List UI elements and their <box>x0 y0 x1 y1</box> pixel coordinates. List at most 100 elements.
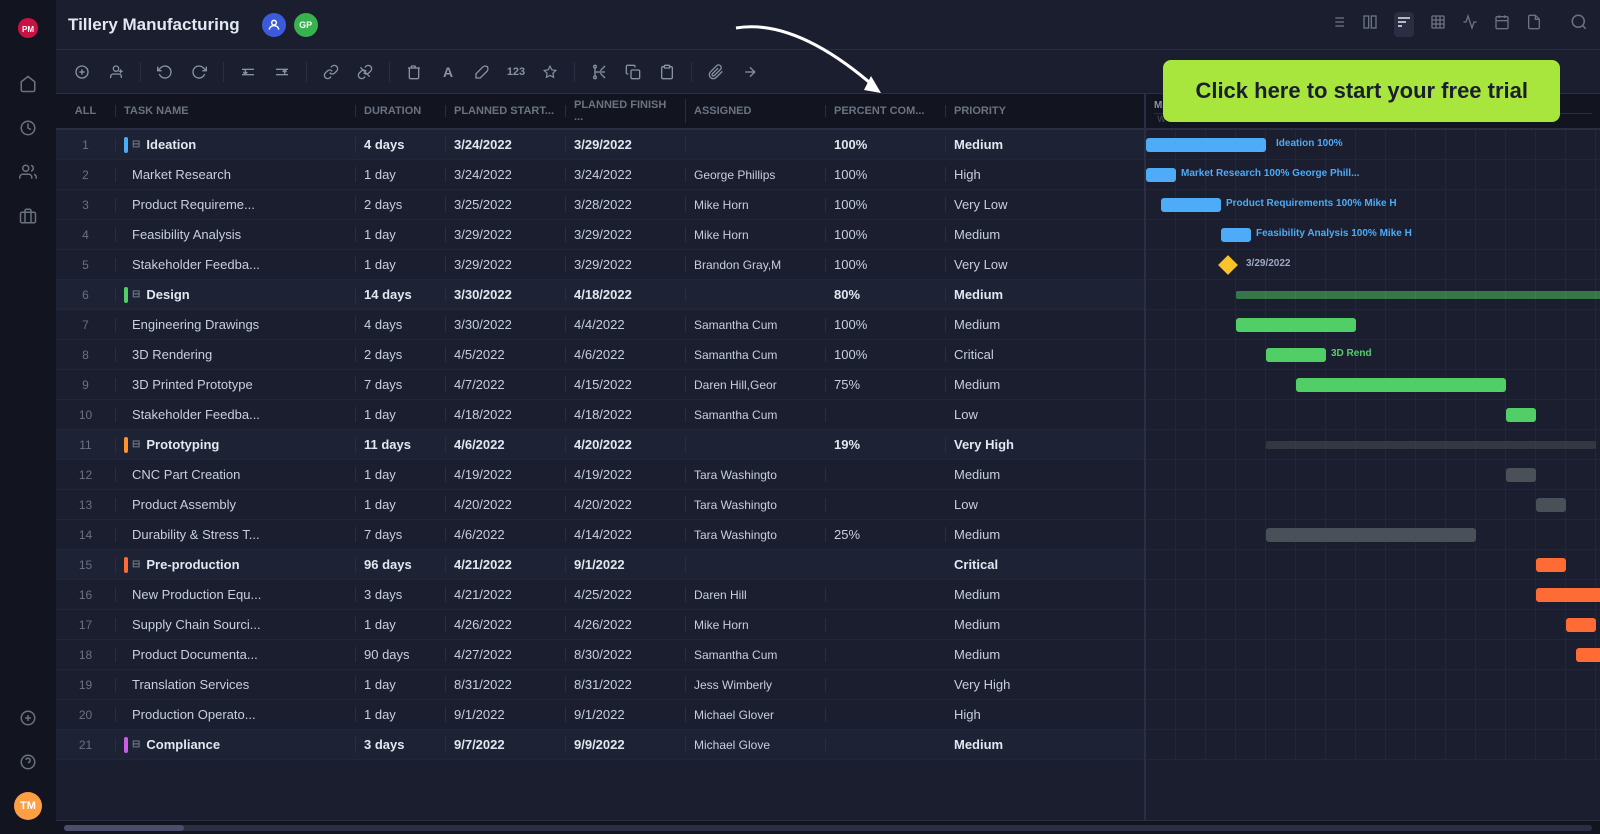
row-task-name[interactable]: New Production Equ... <box>116 587 356 602</box>
gantt-milestone[interactable] <box>1218 255 1238 275</box>
row-task-name[interactable]: ⊟ Pre-production <box>116 557 356 573</box>
gantt-bar[interactable] <box>1146 168 1176 182</box>
col-task-header[interactable]: TASK NAME <box>116 105 356 117</box>
shape-btn[interactable] <box>536 58 564 86</box>
scrollbar-track[interactable] <box>64 825 1592 831</box>
copy-btn[interactable] <box>619 58 647 86</box>
view-gantt-icon[interactable] <box>1394 12 1414 37</box>
row-task-name[interactable]: Market Research <box>116 167 356 182</box>
table-row[interactable]: 21 ⊟ Compliance 3 days 9/7/2022 9/9/2022… <box>56 730 1144 760</box>
col-pct-header[interactable]: PERCENT COM... <box>826 105 946 117</box>
row-task-name[interactable]: ⊟ Prototyping <box>116 437 356 453</box>
redo-btn[interactable] <box>185 58 213 86</box>
table-row[interactable]: 4 Feasibility Analysis 1 day 3/29/2022 3… <box>56 220 1144 250</box>
row-task-name[interactable]: Supply Chain Sourci... <box>116 617 356 632</box>
sidebar-item-clock[interactable] <box>8 108 48 148</box>
paste-btn[interactable] <box>653 58 681 86</box>
add-task-btn[interactable] <box>68 58 96 86</box>
row-task-name[interactable]: Product Requireme... <box>116 197 356 212</box>
gantt-bar[interactable] <box>1506 408 1536 422</box>
gantt-bar[interactable] <box>1236 291 1600 299</box>
view-columns-icon[interactable] <box>1362 14 1378 35</box>
text-btn[interactable]: A <box>434 58 462 86</box>
view-chart-icon[interactable] <box>1462 14 1478 35</box>
indent-left-btn[interactable] <box>234 58 262 86</box>
search-icon[interactable] <box>1570 13 1588 36</box>
table-row[interactable]: 14 Durability & Stress T... 7 days 4/6/2… <box>56 520 1144 550</box>
row-task-name[interactable]: ⊟ Compliance <box>116 737 356 753</box>
gantt-bar[interactable] <box>1536 588 1600 602</box>
table-row[interactable]: 6 ⊟ Design 14 days 3/30/2022 4/18/2022 8… <box>56 280 1144 310</box>
attach-btn[interactable] <box>702 58 730 86</box>
gantt-bar[interactable] <box>1536 498 1566 512</box>
avatar-user1[interactable] <box>260 11 288 39</box>
row-task-name[interactable]: CNC Part Creation <box>116 467 356 482</box>
table-row[interactable]: 15 ⊟ Pre-production 96 days 4/21/2022 9/… <box>56 550 1144 580</box>
table-row[interactable]: 8 3D Rendering 2 days 4/5/2022 4/6/2022 … <box>56 340 1144 370</box>
arrow-btn[interactable] <box>736 58 764 86</box>
app-logo[interactable]: PM <box>8 8 48 48</box>
row-task-name[interactable]: Engineering Drawings <box>116 317 356 332</box>
table-row[interactable]: 10 Stakeholder Feedba... 1 day 4/18/2022… <box>56 400 1144 430</box>
gantt-bar[interactable] <box>1266 528 1476 542</box>
cta-banner[interactable]: Click here to start your free trial <box>1163 60 1560 122</box>
view-calendar-icon[interactable] <box>1494 14 1510 35</box>
gantt-bar[interactable] <box>1566 618 1596 632</box>
gantt-bar[interactable] <box>1576 648 1600 662</box>
number-btn[interactable]: 123 <box>502 58 530 86</box>
unlink-btn[interactable] <box>351 58 379 86</box>
add-person-btn[interactable] <box>102 58 130 86</box>
row-task-name[interactable]: Stakeholder Feedba... <box>116 407 356 422</box>
gantt-bar[interactable] <box>1296 378 1506 392</box>
sidebar-item-briefcase[interactable] <box>8 196 48 236</box>
row-task-name[interactable]: 3D Rendering <box>116 347 356 362</box>
table-row[interactable]: 7 Engineering Drawings 4 days 3/30/2022 … <box>56 310 1144 340</box>
view-table-icon[interactable] <box>1430 14 1446 35</box>
row-task-name[interactable]: Durability & Stress T... <box>116 527 356 542</box>
scrollbar-thumb[interactable] <box>64 825 184 831</box>
row-task-name[interactable]: Feasibility Analysis <box>116 227 356 242</box>
indent-right-btn[interactable] <box>268 58 296 86</box>
link-btn[interactable] <box>317 58 345 86</box>
sidebar-item-avatar[interactable]: TM <box>8 786 48 826</box>
table-row[interactable]: 11 ⊟ Prototyping 11 days 4/6/2022 4/20/2… <box>56 430 1144 460</box>
view-doc-icon[interactable] <box>1526 14 1542 35</box>
table-row[interactable]: 2 Market Research 1 day 3/24/2022 3/24/2… <box>56 160 1144 190</box>
table-row[interactable]: 18 Product Documenta... 90 days 4/27/202… <box>56 640 1144 670</box>
table-row[interactable]: 16 New Production Equ... 3 days 4/21/202… <box>56 580 1144 610</box>
table-row[interactable]: 12 CNC Part Creation 1 day 4/19/2022 4/1… <box>56 460 1144 490</box>
cut-btn[interactable] <box>585 58 613 86</box>
col-finish-header[interactable]: PLANNED FINISH ... <box>566 99 686 123</box>
gantt-bar[interactable] <box>1146 138 1266 152</box>
table-row[interactable]: 17 Supply Chain Sourci... 1 day 4/26/202… <box>56 610 1144 640</box>
col-all-header[interactable]: ALL <box>56 105 116 117</box>
table-row[interactable]: 5 Stakeholder Feedba... 1 day 3/29/2022 … <box>56 250 1144 280</box>
gantt-bar[interactable] <box>1266 441 1596 449</box>
gantt-bar[interactable] <box>1221 228 1251 242</box>
row-task-name[interactable]: Stakeholder Feedba... <box>116 257 356 272</box>
gantt-bar[interactable] <box>1506 468 1536 482</box>
row-task-name[interactable]: 3D Printed Prototype <box>116 377 356 392</box>
col-dur-header[interactable]: DURATION <box>356 105 446 117</box>
table-row[interactable]: 13 Product Assembly 1 day 4/20/2022 4/20… <box>56 490 1144 520</box>
paint-btn[interactable] <box>468 58 496 86</box>
table-row[interactable]: 9 3D Printed Prototype 7 days 4/7/2022 4… <box>56 370 1144 400</box>
table-row[interactable]: 19 Translation Services 1 day 8/31/2022 … <box>56 670 1144 700</box>
avatar-user2[interactable]: GP <box>292 11 320 39</box>
gantt-bar[interactable] <box>1161 198 1221 212</box>
row-task-name[interactable]: ⊟ Ideation <box>116 137 356 153</box>
sidebar-item-add[interactable] <box>8 698 48 738</box>
delete-btn[interactable] <box>400 58 428 86</box>
col-assigned-header[interactable]: ASSIGNED <box>686 105 826 117</box>
col-priority-header[interactable]: PRIORITY <box>946 105 1046 117</box>
row-task-name[interactable]: ⊟ Design <box>116 287 356 303</box>
row-task-name[interactable]: Translation Services <box>116 677 356 692</box>
sidebar-item-people[interactable] <box>8 152 48 192</box>
row-task-name[interactable]: Product Assembly <box>116 497 356 512</box>
table-row[interactable]: 1 ⊟ Ideation 4 days 3/24/2022 3/29/2022 … <box>56 130 1144 160</box>
view-list-icon[interactable] <box>1330 14 1346 35</box>
undo-btn[interactable] <box>151 58 179 86</box>
row-task-name[interactable]: Production Operato... <box>116 707 356 722</box>
sidebar-item-home[interactable] <box>8 64 48 104</box>
gantt-bar[interactable] <box>1266 348 1326 362</box>
